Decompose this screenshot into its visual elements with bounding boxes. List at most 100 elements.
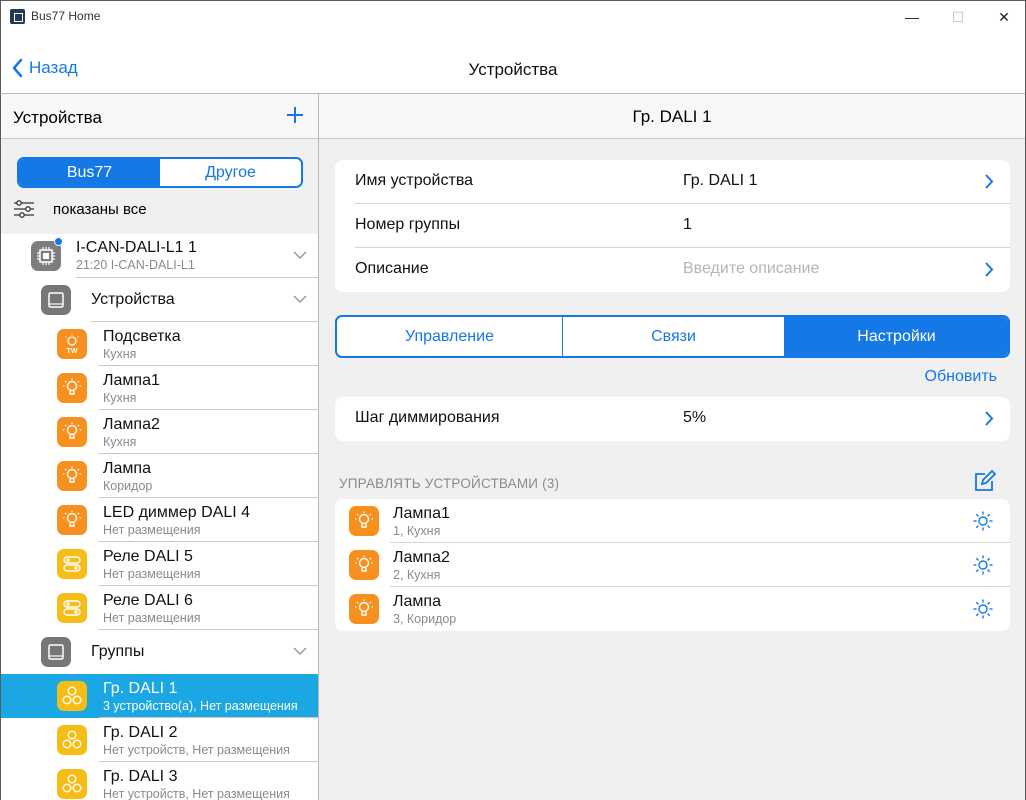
device-row[interactable]: TW Подсветка Кухня xyxy=(1,322,318,366)
window-title: Bus77 Home xyxy=(31,9,101,23)
dimming-step-label: Шаг диммирования xyxy=(355,409,500,426)
controller-name: I-CAN-DALI-L1 1 xyxy=(76,239,197,256)
filter-sliders-icon xyxy=(14,200,34,218)
device-row[interactable]: Лампа Коридор xyxy=(1,454,318,498)
detail-tabs: Управление Связи Настройки xyxy=(335,315,1010,358)
device-location: Кухня xyxy=(103,435,137,449)
chevron-down-icon[interactable] xyxy=(293,251,307,260)
group-bulbs-icon xyxy=(57,681,87,711)
group-bulbs-icon xyxy=(57,769,87,799)
app-logo-icon xyxy=(10,9,25,24)
managed-device-row[interactable]: Лампа2 2, Кухня xyxy=(335,543,1010,587)
devices-folder-label: Устройства xyxy=(91,291,175,308)
tab-control[interactable]: Управление xyxy=(337,317,563,356)
device-row[interactable]: Реле DALI 6 Нет размещения xyxy=(1,586,318,630)
device-row[interactable]: Лампа2 Кухня xyxy=(1,410,318,454)
bulb-icon xyxy=(349,594,379,624)
tab-links[interactable]: Связи xyxy=(563,317,785,356)
device-name-label: Имя устройства xyxy=(355,172,474,189)
filter-button[interactable]: показаны все xyxy=(13,200,147,218)
device-name-row[interactable]: Имя устройства Гр. DALI 1 xyxy=(335,160,1010,204)
chevron-down-icon[interactable] xyxy=(293,295,307,304)
devices-folder-row[interactable]: Устройства xyxy=(1,278,318,322)
bulb-icon xyxy=(57,461,87,491)
chevron-right-icon xyxy=(985,174,994,189)
managed-devices-header: УПРАВЛЯТЬ УСТРОЙСТВАМИ (3) xyxy=(339,476,560,491)
maximize-button[interactable]: ☐ xyxy=(935,1,981,33)
chevron-right-icon xyxy=(985,411,994,426)
chevron-down-icon[interactable] xyxy=(293,647,307,656)
refresh-button[interactable]: Обновить xyxy=(925,368,997,386)
edit-button[interactable] xyxy=(973,469,997,497)
managed-device-name: Лампа xyxy=(393,593,441,610)
group-row[interactable]: Гр. DALI 2 Нет устройств, Нет размещения xyxy=(1,718,318,762)
add-device-button[interactable] xyxy=(286,105,304,125)
source-segmented-control: Bus77 Другое xyxy=(17,157,303,188)
group-number-row: Номер группы 1 xyxy=(335,204,1010,248)
groups-folder-row[interactable]: Группы xyxy=(1,630,318,674)
device-name: Подсветка xyxy=(103,328,181,345)
bulb-icon xyxy=(57,417,87,447)
device-list-header: Устройства xyxy=(1,94,318,139)
device-name: Реле DALI 5 xyxy=(103,548,193,565)
filter-label: показаны все xyxy=(53,200,147,218)
page-title: Устройства xyxy=(468,60,558,79)
segment-bus77[interactable]: Bus77 xyxy=(19,159,160,186)
relay-icon xyxy=(57,549,87,579)
plus-icon xyxy=(287,107,303,123)
brightness-icon[interactable] xyxy=(972,598,994,625)
device-name: LED диммер DALI 4 xyxy=(103,504,250,521)
managed-device-name: Лампа2 xyxy=(393,549,450,566)
relay-icon xyxy=(57,593,87,623)
device-list-pane: Устройства Bus77 Другое показаны все I-C… xyxy=(0,94,319,800)
bulb-icon xyxy=(57,373,87,403)
managed-device-name: Лампа1 xyxy=(393,505,450,522)
group-name: Гр. DALI 1 xyxy=(103,680,178,697)
device-location: Нет размещения xyxy=(103,611,201,625)
folder-icon xyxy=(41,637,71,667)
device-detail-pane: Гр. DALI 1 Имя устройства Гр. DALI 1 Ном… xyxy=(319,94,1026,800)
properties-card: Имя устройства Гр. DALI 1 Номер группы 1… xyxy=(335,160,1010,292)
device-location: Нет размещения xyxy=(103,523,201,537)
managed-device-row[interactable]: Лампа1 1, Кухня xyxy=(335,499,1010,543)
dimming-step-value: 5% xyxy=(683,409,707,426)
group-info: Нет устройств, Нет размещения xyxy=(103,787,290,800)
controller-row[interactable]: I-CAN-DALI-L1 1 21:20 I-CAN-DALI-L1 xyxy=(1,234,318,278)
device-name: Реле DALI 6 xyxy=(103,592,193,609)
group-info: 3 устройство(а), Нет размещения xyxy=(103,699,298,713)
description-field[interactable]: Введите описание xyxy=(683,260,819,278)
group-row[interactable]: Гр. DALI 3 Нет устройств, Нет размещения xyxy=(1,762,318,800)
tw-bulb-icon: TW xyxy=(57,329,87,359)
group-number-label: Номер группы xyxy=(355,216,461,233)
device-row[interactable]: Реле DALI 5 Нет размещения xyxy=(1,542,318,586)
edit-icon xyxy=(975,469,997,491)
device-row[interactable]: LED диммер DALI 4 Нет размещения xyxy=(1,498,318,542)
detail-title: Гр. DALI 1 xyxy=(319,94,1025,139)
brightness-icon[interactable] xyxy=(972,554,994,581)
bulb-icon xyxy=(349,506,379,536)
device-name-value: Гр. DALI 1 xyxy=(683,172,758,189)
description-row[interactable]: Описание Введите описание xyxy=(335,248,1010,292)
device-location: Кухня xyxy=(103,391,137,405)
group-row[interactable]: Гр. DALI 1 3 устройство(а), Нет размещени… xyxy=(1,674,318,718)
bulb-icon xyxy=(349,550,379,580)
minimize-button[interactable]: — xyxy=(889,1,935,33)
group-bulbs-icon xyxy=(57,725,87,755)
tab-settings[interactable]: Настройки xyxy=(785,317,1008,356)
managed-device-info: 2, Кухня xyxy=(393,568,441,582)
bulb-icon xyxy=(57,505,87,535)
device-name: Лампа2 xyxy=(103,416,160,433)
segment-other[interactable]: Другое xyxy=(160,159,301,186)
navigation-bar: Назад Устройства xyxy=(0,32,1026,94)
close-button[interactable]: ✕ xyxy=(981,1,1026,33)
dimming-step-row[interactable]: Шаг диммирования 5% xyxy=(335,397,1010,441)
device-location: Нет размещения xyxy=(103,567,201,581)
device-row[interactable]: Лампа1 Кухня xyxy=(1,366,318,410)
group-name: Гр. DALI 2 xyxy=(103,724,178,741)
folder-icon xyxy=(41,285,71,315)
group-name: Гр. DALI 3 xyxy=(103,768,178,785)
groups-folder-label: Группы xyxy=(91,643,145,660)
status-dot xyxy=(54,237,63,246)
brightness-icon[interactable] xyxy=(972,510,994,537)
managed-device-row[interactable]: Лампа 3, Коридор xyxy=(335,587,1010,631)
